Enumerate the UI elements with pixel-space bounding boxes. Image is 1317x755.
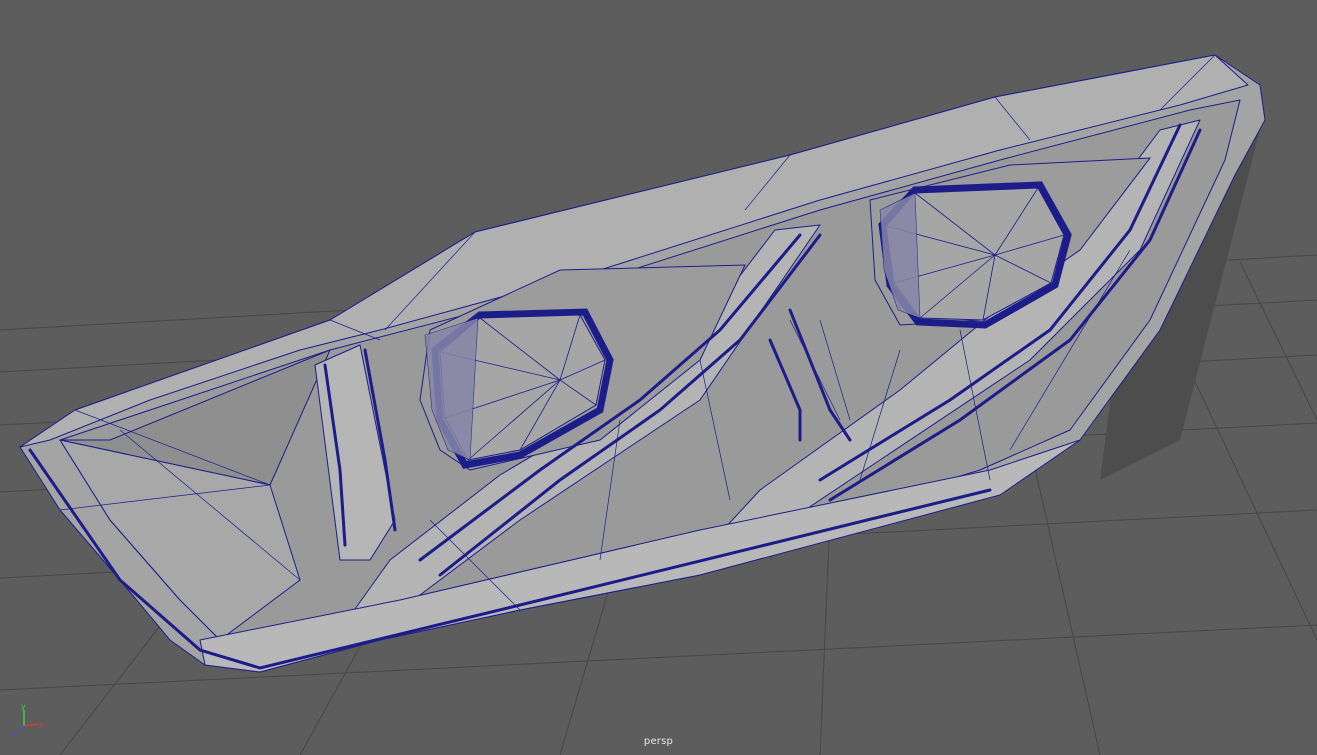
camera-name-label: persp: [643, 736, 674, 747]
y-axis-label: y: [21, 702, 26, 711]
axis-gizmo: y x z: [12, 702, 44, 738]
z-axis-line: [17, 725, 25, 731]
perspective-viewport[interactable]: y x z persp: [0, 0, 1317, 755]
x-axis-line: [23, 723, 39, 727]
x-axis-label: x: [39, 720, 44, 729]
scene-3d-view[interactable]: [0, 0, 1317, 755]
